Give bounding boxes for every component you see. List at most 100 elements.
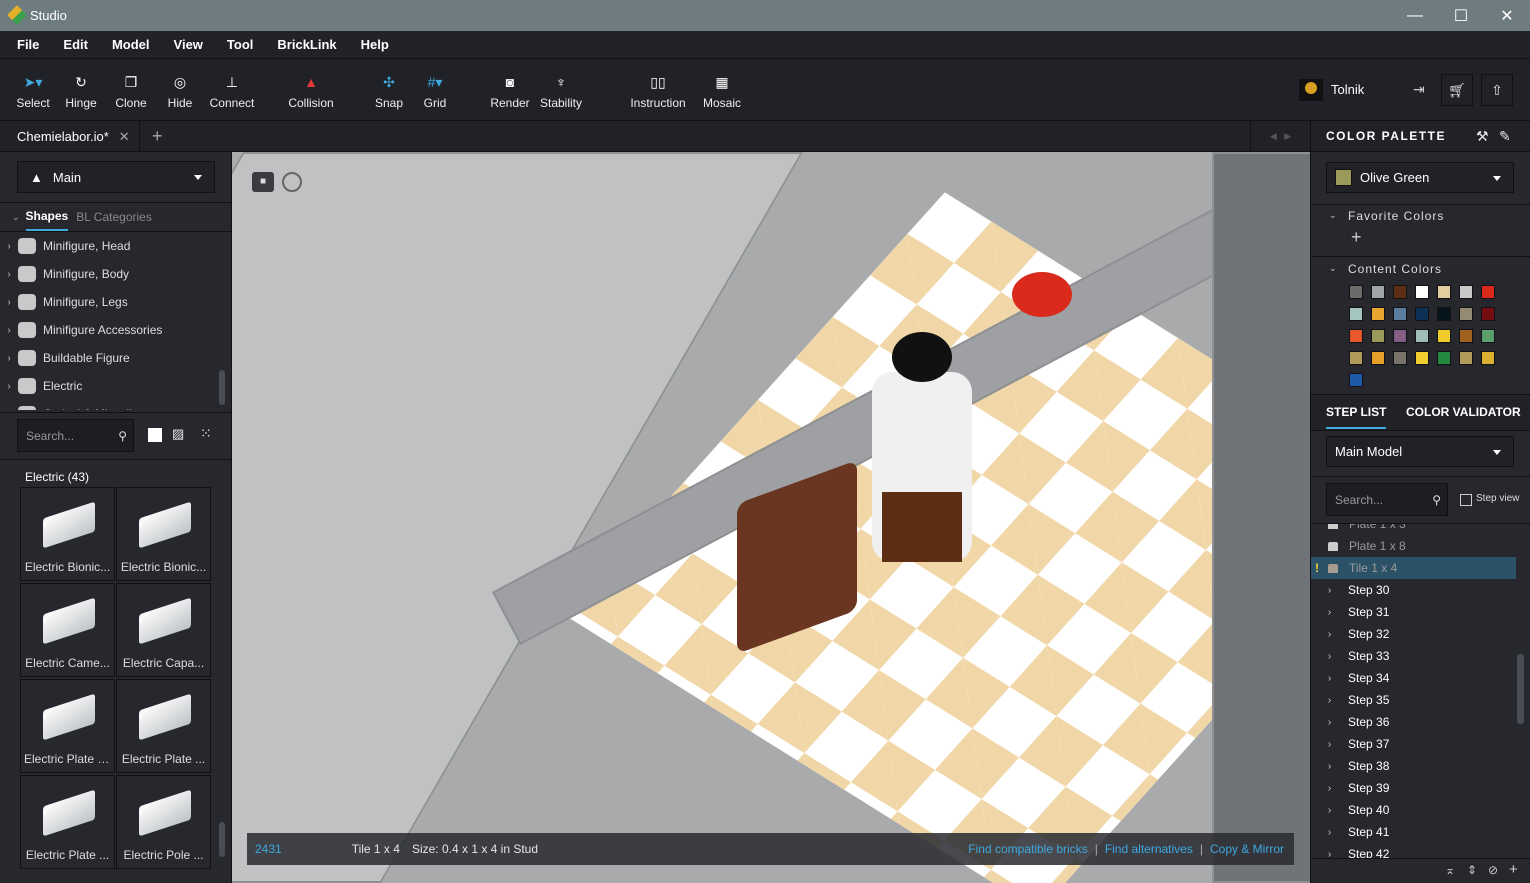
color-swatch[interactable] bbox=[1437, 307, 1451, 321]
color-swatch[interactable] bbox=[1481, 351, 1495, 365]
menu-help[interactable]: Help bbox=[361, 37, 389, 52]
tab-color-validator[interactable]: COLOR VALIDATOR bbox=[1406, 405, 1521, 419]
part-tile[interactable]: Electric Pole ... bbox=[116, 775, 211, 869]
color-swatch[interactable] bbox=[1393, 307, 1407, 321]
color-swatch[interactable] bbox=[1459, 351, 1473, 365]
user-name[interactable]: Tolnik bbox=[1331, 82, 1364, 97]
find-alternatives-link[interactable]: Find alternatives bbox=[1105, 842, 1193, 856]
color-swatch[interactable] bbox=[1371, 351, 1385, 365]
color-swatch[interactable] bbox=[1437, 285, 1451, 299]
tool-connect[interactable]: ⊥ Connect bbox=[197, 73, 267, 110]
part-tile[interactable]: Electric Plate 1... bbox=[20, 679, 115, 773]
favorite-colors-header[interactable]: Favorite Colors bbox=[1348, 209, 1444, 223]
reset-view-button[interactable] bbox=[282, 172, 302, 192]
parts-search-input[interactable]: Search... ⚲ bbox=[17, 419, 134, 452]
menu-view[interactable]: View bbox=[174, 37, 203, 52]
tool-grid[interactable]: #▾ Grid bbox=[400, 73, 470, 110]
color-filter-icon[interactable] bbox=[148, 428, 162, 442]
avatar[interactable] bbox=[1299, 79, 1323, 101]
color-swatch[interactable] bbox=[1459, 285, 1473, 299]
category-item[interactable]: › Minifigure, Head bbox=[0, 232, 220, 260]
color-swatch[interactable] bbox=[1481, 329, 1495, 343]
tab-shapes[interactable]: Shapes bbox=[25, 203, 69, 231]
part-tile[interactable]: Electric Plate ... bbox=[20, 775, 115, 869]
color-swatch[interactable] bbox=[1371, 285, 1385, 299]
step-item[interactable]: › Step 36 bbox=[1311, 711, 1516, 733]
step-item[interactable]: › Step 41 bbox=[1311, 821, 1516, 843]
part-tile[interactable]: Electric Bionic... bbox=[20, 487, 115, 581]
tab-step-list[interactable]: STEP LIST bbox=[1326, 405, 1387, 429]
color-swatch[interactable] bbox=[1459, 307, 1473, 321]
tool-stability[interactable]: ♆ Stability bbox=[526, 73, 596, 110]
close-tab-icon[interactable]: ✕ bbox=[119, 129, 130, 145]
collapse-all-icon[interactable]: ⌅ bbox=[1445, 863, 1455, 877]
color-swatch[interactable] bbox=[1349, 285, 1363, 299]
color-swatch[interactable] bbox=[1393, 329, 1407, 343]
color-swatch[interactable] bbox=[1415, 329, 1429, 343]
color-swatch[interactable] bbox=[1349, 307, 1363, 321]
part-tile[interactable]: Electric Plate ... bbox=[116, 679, 211, 773]
add-tab-button[interactable]: + bbox=[152, 126, 163, 147]
step-view-checkbox[interactable] bbox=[1460, 494, 1472, 506]
maximize-button[interactable]: ☐ bbox=[1438, 0, 1484, 31]
menu-file[interactable]: File bbox=[17, 37, 39, 52]
step-item[interactable]: › Step 35 bbox=[1311, 689, 1516, 711]
3d-viewport[interactable]: ■ bbox=[232, 152, 1310, 883]
step-item[interactable]: › Step 42 bbox=[1311, 843, 1516, 858]
tab-bl-categories[interactable]: BL Categories bbox=[76, 210, 152, 224]
color-swatch[interactable] bbox=[1437, 329, 1451, 343]
step-search-input[interactable]: Search... ⚲ bbox=[1326, 483, 1448, 516]
color-swatch[interactable] bbox=[1481, 307, 1495, 321]
tab-chemielabor[interactable]: Chemielabor.io* ✕ bbox=[0, 121, 140, 152]
step-part-item[interactable]: Plate 1 x 8 bbox=[1311, 535, 1516, 557]
add-favorite-button[interactable]: + bbox=[1351, 227, 1362, 248]
tool-collision[interactable]: ▲ Collision bbox=[276, 73, 346, 110]
step-item[interactable]: › Step 38 bbox=[1311, 755, 1516, 777]
color-dropdown[interactable]: Olive Green bbox=[1326, 162, 1514, 193]
color-swatch[interactable] bbox=[1371, 329, 1385, 343]
menu-edit[interactable]: Edit bbox=[63, 37, 88, 52]
collapse-icon[interactable]: ⌄ bbox=[1329, 210, 1337, 221]
color-swatch[interactable] bbox=[1349, 351, 1363, 365]
model-dropdown[interactable]: Main Model bbox=[1326, 436, 1514, 467]
color-swatch[interactable] bbox=[1415, 307, 1429, 321]
category-item[interactable]: › Buildable Figure bbox=[0, 344, 220, 372]
paint-roller-icon[interactable]: ⚒ bbox=[1476, 128, 1489, 145]
category-item[interactable]: › Minifigure Accessories bbox=[0, 316, 220, 344]
tool-mosaic[interactable]: ▦ Mosaic bbox=[687, 73, 757, 110]
hide-icon[interactable]: ⊘ bbox=[1488, 863, 1498, 877]
step-item[interactable]: › Step 37 bbox=[1311, 733, 1516, 755]
color-swatch[interactable] bbox=[1415, 351, 1429, 365]
minimize-button[interactable]: — bbox=[1392, 0, 1438, 31]
tool-instruction[interactable]: ▯▯ Instruction bbox=[623, 73, 693, 110]
logout-icon[interactable]: ⇥ bbox=[1413, 81, 1425, 98]
color-swatch[interactable] bbox=[1437, 351, 1451, 365]
color-swatch[interactable] bbox=[1349, 373, 1363, 387]
category-item[interactable]: › Optical & Miscellaneous bbox=[0, 400, 220, 410]
menu-model[interactable]: Model bbox=[112, 37, 150, 52]
step-item[interactable]: › Step 34 bbox=[1311, 667, 1516, 689]
step-part-item[interactable]: Plate 1 x 3 bbox=[1311, 524, 1516, 535]
step-item[interactable]: › Step 33 bbox=[1311, 645, 1516, 667]
parts-scrollbar[interactable] bbox=[219, 822, 225, 857]
step-item[interactable]: › Step 40 bbox=[1311, 799, 1516, 821]
copy-mirror-link[interactable]: Copy & Mirror bbox=[1210, 842, 1284, 856]
menu-bricklink[interactable]: BrickLink bbox=[277, 37, 336, 52]
step-item[interactable]: › Step 30 bbox=[1311, 579, 1516, 601]
tab-scroll-arrows[interactable]: ◀ ▶ bbox=[1250, 121, 1310, 152]
part-tile[interactable]: Electric Bionic... bbox=[116, 487, 211, 581]
camera-view-button[interactable]: ■ bbox=[252, 172, 274, 192]
collapse-icon[interactable]: ⌄ bbox=[12, 212, 20, 223]
part-tile[interactable]: Electric Capa... bbox=[116, 583, 211, 677]
expand-all-icon[interactable]: ⇕ bbox=[1467, 863, 1477, 877]
step-item[interactable]: › Step 32 bbox=[1311, 623, 1516, 645]
step-scrollbar[interactable] bbox=[1517, 654, 1524, 724]
color-swatch[interactable] bbox=[1393, 285, 1407, 299]
color-swatch[interactable] bbox=[1371, 307, 1385, 321]
color-swatch[interactable] bbox=[1415, 285, 1429, 299]
category-item[interactable]: › Minifigure, Legs bbox=[0, 288, 220, 316]
add-step-button[interactable]: + bbox=[1509, 861, 1518, 878]
category-item[interactable]: › Minifigure, Body bbox=[0, 260, 220, 288]
grid-view-icon[interactable]: ⁙ bbox=[200, 425, 212, 442]
color-swatch[interactable] bbox=[1393, 351, 1407, 365]
